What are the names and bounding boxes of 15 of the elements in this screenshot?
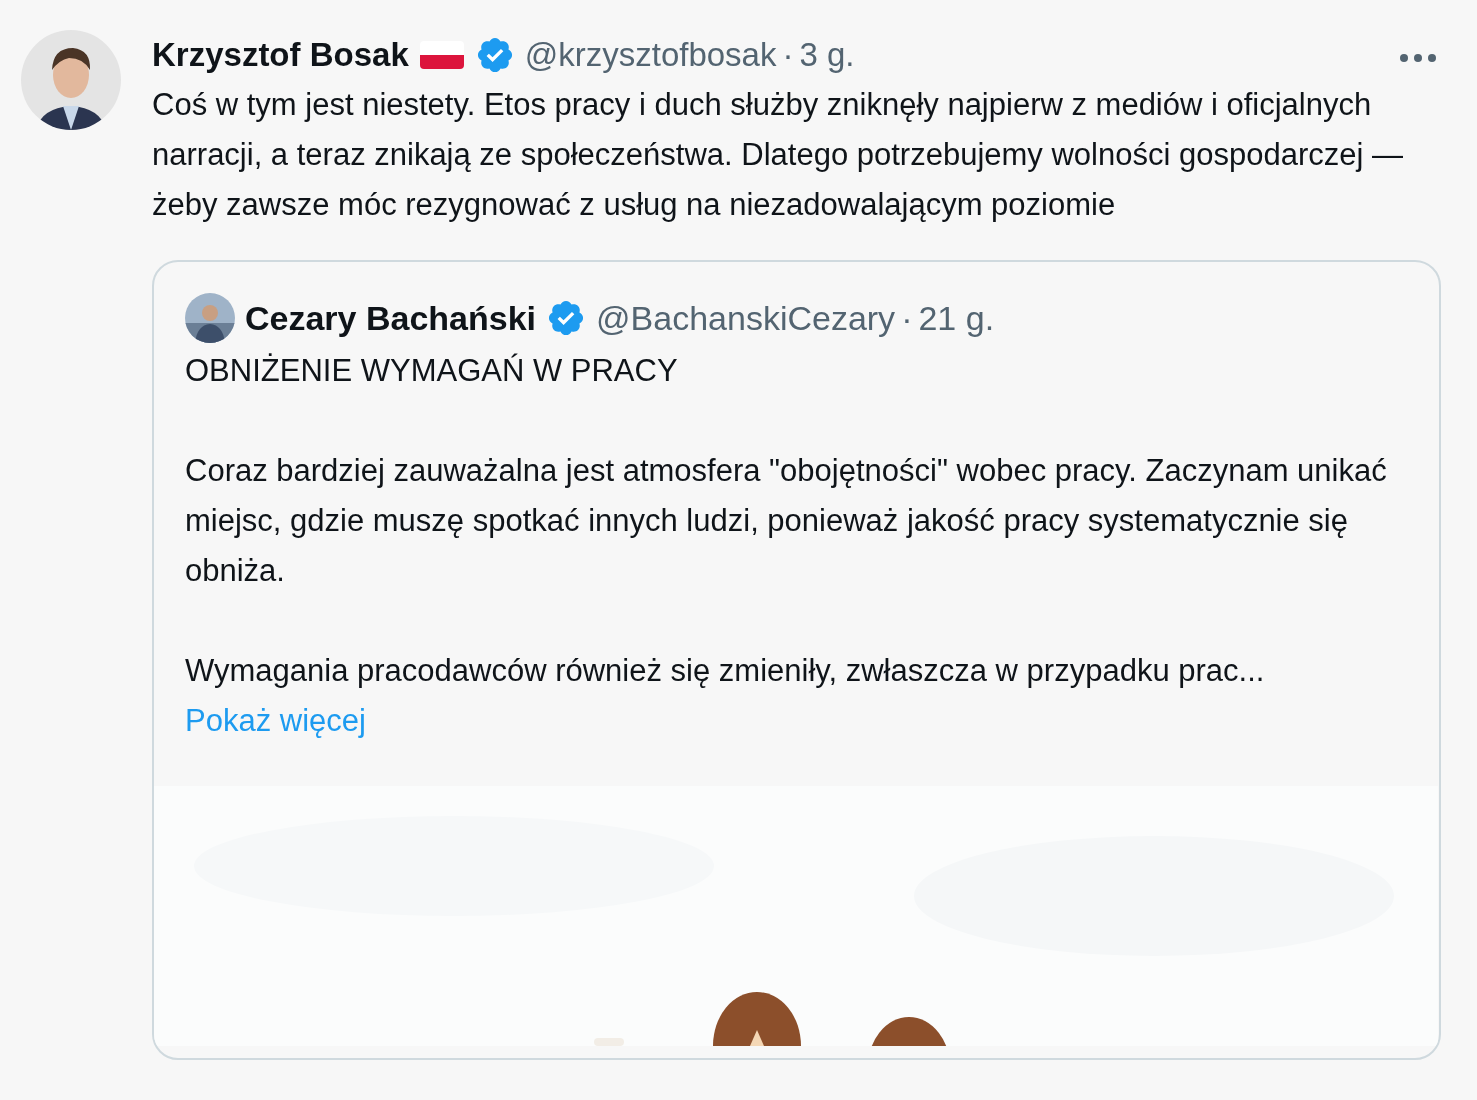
post-text: Wymagania pracodawców również się zmieniły, zwłaszcza w przypadku prac... Pokaż więcej: [185, 652, 1266, 740]
avatar: [185, 293, 235, 343]
separator: ·: [782, 35, 794, 76]
author-name[interactable]: Krzysztof Bosak: [152, 30, 409, 80]
post-time: 21 g.: [918, 297, 995, 339]
post-text: Coraz bardziej zauważalna jest atmosfera "obojętności" wobec pracy. Zaczynam unikać miejsc, gdzie muszę spotkać innych ludzi, ponieważ jakość pracy systematycznie się obniża.: [185, 452, 1388, 590]
post-text: OBNIŻENIE WYMAGAŃ W PRACY: [185, 352, 679, 390]
user-handle[interactable]: @krzysztofbosak: [524, 30, 777, 80]
post-time[interactable]: 3 g.: [799, 30, 855, 80]
user-handle[interactable]: @BachanskiCezary: [596, 292, 896, 344]
flag-icon: [418, 39, 465, 71]
post-text: Coś w tym jest niestety. Etos pracy i duch służby zniknęły najpierw z mediów i oficjalnych narracji, a teraz znikają ze społeczeństwa. Dlatego potrzebujemy wolności gospodarczej — żeby zawsze móc rezygnować z usług na niezadowalającym poziomie: [152, 86, 1404, 224]
quoted-post[interactable]: [152, 260, 1441, 1060]
separator: ·: [901, 297, 913, 339]
author-name[interactable]: Cezary Bachański: [245, 292, 537, 344]
